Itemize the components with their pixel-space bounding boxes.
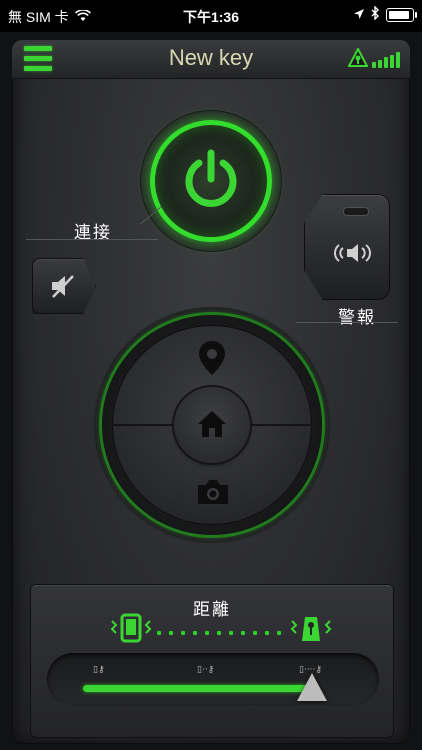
home-icon-wrap <box>196 409 228 444</box>
location-button[interactable] <box>196 339 228 382</box>
camera-icon <box>198 480 228 504</box>
alarm-button[interactable] <box>304 194 390 300</box>
distance-dot <box>205 631 209 635</box>
top-bar: New key <box>12 40 410 79</box>
dial-face <box>112 325 312 525</box>
signal-bar <box>378 59 382 68</box>
distance-dot <box>157 631 161 635</box>
distance-panel: 距離 ▯⚷ ▯··⚷ ▯····⚷ <box>30 584 394 738</box>
location-pin-icon <box>199 341 225 375</box>
bluetooth-icon <box>371 5 380 23</box>
distance-dot <box>193 631 197 635</box>
distance-dot <box>169 631 173 635</box>
control-dial <box>102 315 322 535</box>
signal-indicator <box>347 46 400 68</box>
distance-slider[interactable]: ▯⚷ ▯··⚷ ▯····⚷ <box>47 653 379 705</box>
battery-icon <box>386 7 417 22</box>
speaker-alarm-icon <box>334 244 371 262</box>
distance-dot <box>253 631 257 635</box>
range-near-label: ▯⚷ <box>93 665 105 675</box>
distance-dot <box>181 631 185 635</box>
signal-bar <box>372 62 376 68</box>
distance-title: 距離 <box>193 600 231 619</box>
main-panel: New key 連接 警報 距離 ▯⚷ ▯··⚷ ▯····⚷ <box>12 40 410 744</box>
key-signal-icon <box>347 46 369 68</box>
mute-button[interactable] <box>32 258 96 314</box>
power-icon <box>185 149 237 207</box>
location-arrow-icon <box>353 7 365 23</box>
home-icon <box>198 411 226 437</box>
connect-power-button[interactable] <box>150 120 272 242</box>
speaker-mute-icon <box>52 275 74 298</box>
signal-bars <box>372 52 400 68</box>
distance-dot <box>229 631 233 635</box>
distance-dots <box>157 631 281 635</box>
distance-dot <box>217 631 221 635</box>
distance-dot <box>265 631 269 635</box>
connect-divider <box>26 239 158 240</box>
signal-bar <box>390 54 394 68</box>
slider-fill <box>83 685 312 692</box>
battery-fill <box>389 10 409 19</box>
status-bar: 無 SIM 卡 下午1:36 <box>0 0 422 32</box>
slider-thumb[interactable] <box>296 673 327 701</box>
key-vibrate-icon <box>289 613 333 648</box>
distance-dot <box>277 631 281 635</box>
alarm-slot <box>343 207 369 216</box>
camera-button[interactable] <box>194 477 232 512</box>
range-mid-label: ▯··⚷ <box>197 665 215 675</box>
signal-bar <box>384 57 388 68</box>
signal-bar <box>396 52 400 68</box>
connect-divider-diagonal <box>139 206 162 225</box>
phone-vibrate-icon <box>109 613 153 648</box>
alarm-divider <box>296 322 398 323</box>
distance-dot <box>241 631 245 635</box>
alarm-label: 警報 <box>338 308 376 327</box>
